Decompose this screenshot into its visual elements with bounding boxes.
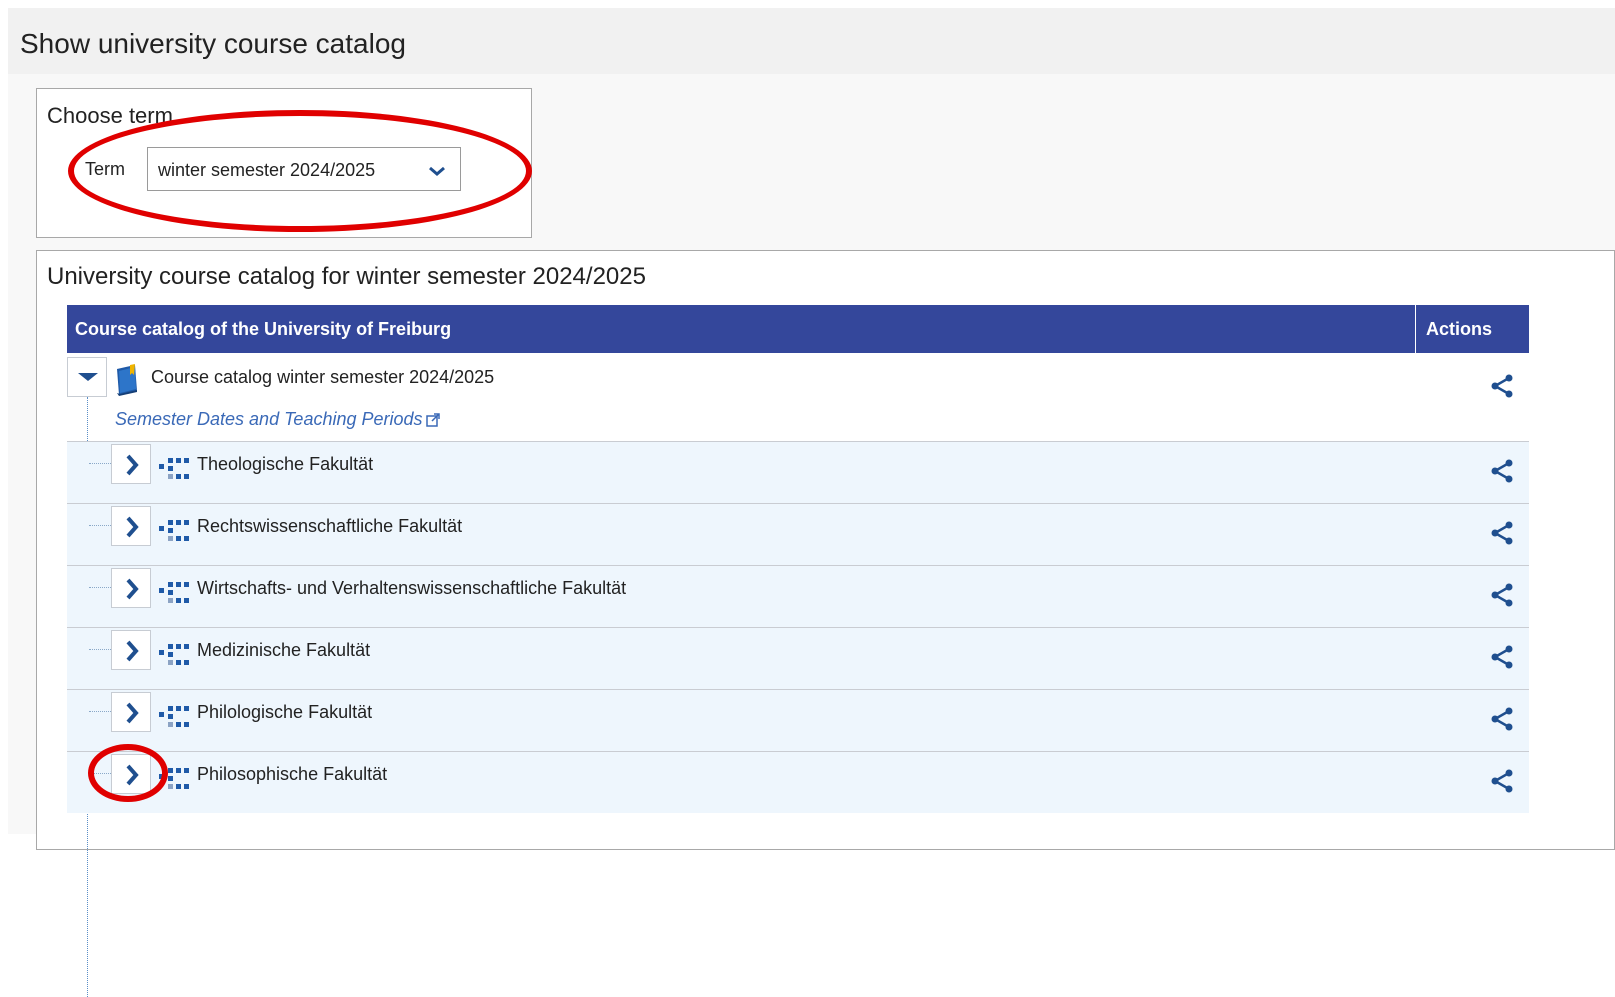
share-icon[interactable] — [1489, 644, 1515, 675]
tree-connector — [89, 587, 113, 588]
org-unit-icon — [159, 580, 193, 609]
share-icon[interactable] — [1489, 373, 1515, 404]
org-unit-icon — [159, 642, 193, 671]
share-icon[interactable] — [1489, 768, 1515, 799]
faculty-label[interactable]: Philosophische Fakultät — [197, 764, 387, 785]
collapse-root-button[interactable] — [67, 357, 107, 397]
catalog-fieldset: University course catalog for winter sem… — [36, 250, 1615, 997]
header-actions: Actions — [1415, 305, 1529, 353]
share-icon[interactable] — [1489, 582, 1515, 613]
page-header: Show university course catalog — [8, 8, 1615, 74]
chevron-right-icon — [126, 578, 139, 600]
tree-connector — [89, 525, 113, 526]
term-select-value: winter semester 2024/2025 — [158, 160, 376, 180]
org-unit-icon — [159, 518, 193, 547]
faculty-label[interactable]: Theologische Fakultät — [197, 454, 373, 475]
header-actions-label: Actions — [1426, 319, 1493, 339]
share-icon[interactable] — [1489, 520, 1515, 551]
chevron-right-icon — [126, 764, 139, 786]
chevron-down-icon — [78, 373, 98, 381]
org-unit-icon — [159, 704, 193, 733]
table-header: Course catalog of the University of Frei… — [67, 305, 1529, 353]
faculty-row: Theologische Fakultät — [67, 441, 1529, 503]
share-icon[interactable] — [1489, 706, 1515, 737]
org-unit-icon — [159, 456, 193, 485]
term-legend: Choose term — [47, 103, 173, 128]
expand-faculty-button[interactable] — [111, 444, 151, 484]
faculty-label[interactable]: Medizinische Fakultät — [197, 640, 370, 661]
catalog-root-label: Course catalog winter semester 2024/2025 — [151, 367, 495, 387]
catalog-legend: University course catalog for winter sem… — [47, 263, 646, 290]
faculty-label[interactable]: Wirtschafts- und Verhaltenswissenschaftl… — [197, 578, 626, 599]
faculty-label[interactable]: Philologische Fakultät — [197, 702, 372, 723]
term-select[interactable]: winter semester 2024/2025 — [147, 147, 461, 191]
term-fieldset: Choose term Term winter semester 2024/20… — [36, 88, 532, 238]
chevron-down-icon — [428, 164, 446, 182]
tree-connector — [89, 711, 113, 712]
header-catalog-title: Course catalog of the University of Frei… — [75, 319, 452, 339]
external-link-icon — [425, 411, 440, 432]
page-title: Show university course catalog — [20, 28, 406, 59]
semester-dates-link-text: Semester Dates and Teaching Periods — [115, 409, 423, 429]
expand-faculty-button[interactable] — [111, 630, 151, 670]
term-label: Term — [85, 159, 125, 179]
faculty-row: Medizinische Fakultät — [67, 627, 1529, 689]
tree-connector — [89, 773, 113, 774]
faculty-row: Philologische Fakultät — [67, 689, 1529, 751]
catalog-table: Course catalog of the University of Frei… — [67, 305, 1529, 997]
chevron-right-icon — [126, 640, 139, 662]
expand-faculty-button[interactable] — [111, 568, 151, 608]
expand-faculty-button[interactable] — [111, 692, 151, 732]
faculty-row: Philosophische Fakultät — [67, 751, 1529, 813]
share-icon[interactable] — [1489, 458, 1515, 489]
chevron-right-icon — [126, 702, 139, 724]
chevron-right-icon — [126, 454, 139, 476]
tree-connector — [89, 649, 113, 650]
expand-faculty-button[interactable] — [111, 506, 151, 546]
faculty-row: Wirtschafts- und Verhaltenswissenschaftl… — [67, 565, 1529, 627]
tree-connector — [89, 463, 113, 464]
chevron-right-icon — [126, 516, 139, 538]
org-unit-icon — [159, 766, 193, 795]
catalog-root-row: Course catalog winter semester 2024/2025… — [67, 353, 1529, 997]
book-icon — [113, 363, 141, 402]
semester-dates-link[interactable]: Semester Dates and Teaching Periods — [115, 409, 440, 432]
faculty-row: Rechtswissenschaftliche Fakultät — [67, 503, 1529, 565]
expand-faculty-button[interactable] — [111, 754, 151, 794]
faculty-label[interactable]: Rechtswissenschaftliche Fakultät — [197, 516, 462, 537]
